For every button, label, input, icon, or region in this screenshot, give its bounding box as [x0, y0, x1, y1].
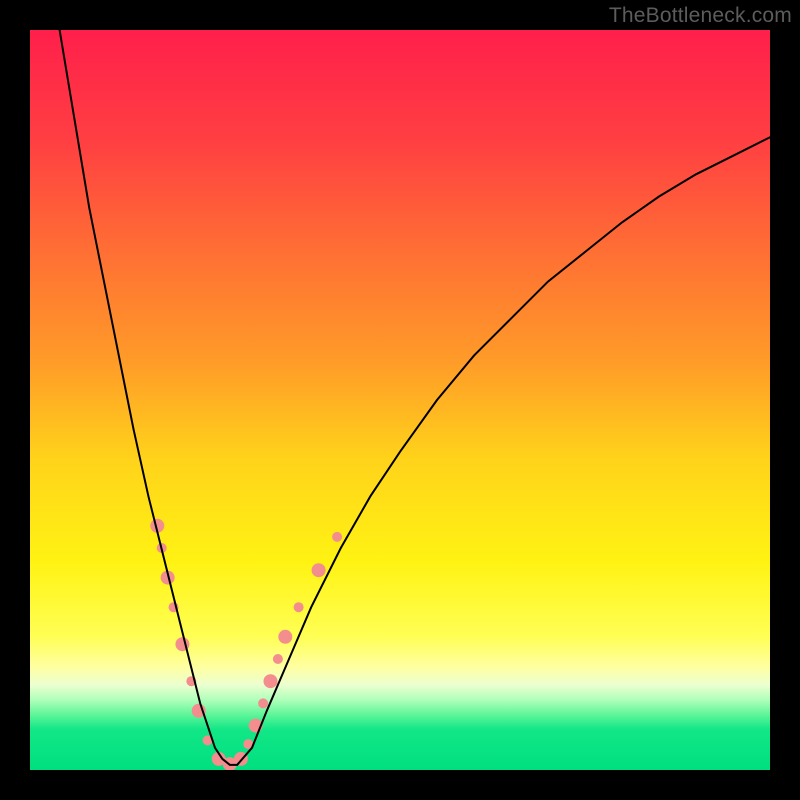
watermark-text: TheBottleneck.com: [609, 4, 792, 28]
marker-group: [150, 519, 342, 770]
highlight-dot: [332, 532, 342, 542]
highlight-dot: [273, 654, 283, 664]
highlight-dot: [312, 563, 326, 577]
highlight-dot: [264, 674, 278, 688]
highlight-dot: [278, 630, 292, 644]
highlight-dot: [258, 698, 268, 708]
bottleneck-curve: [60, 30, 770, 765]
plot-area: [30, 30, 770, 770]
highlight-dot: [294, 602, 304, 612]
curve-layer: [30, 30, 770, 770]
chart-frame: TheBottleneck.com: [0, 0, 800, 800]
